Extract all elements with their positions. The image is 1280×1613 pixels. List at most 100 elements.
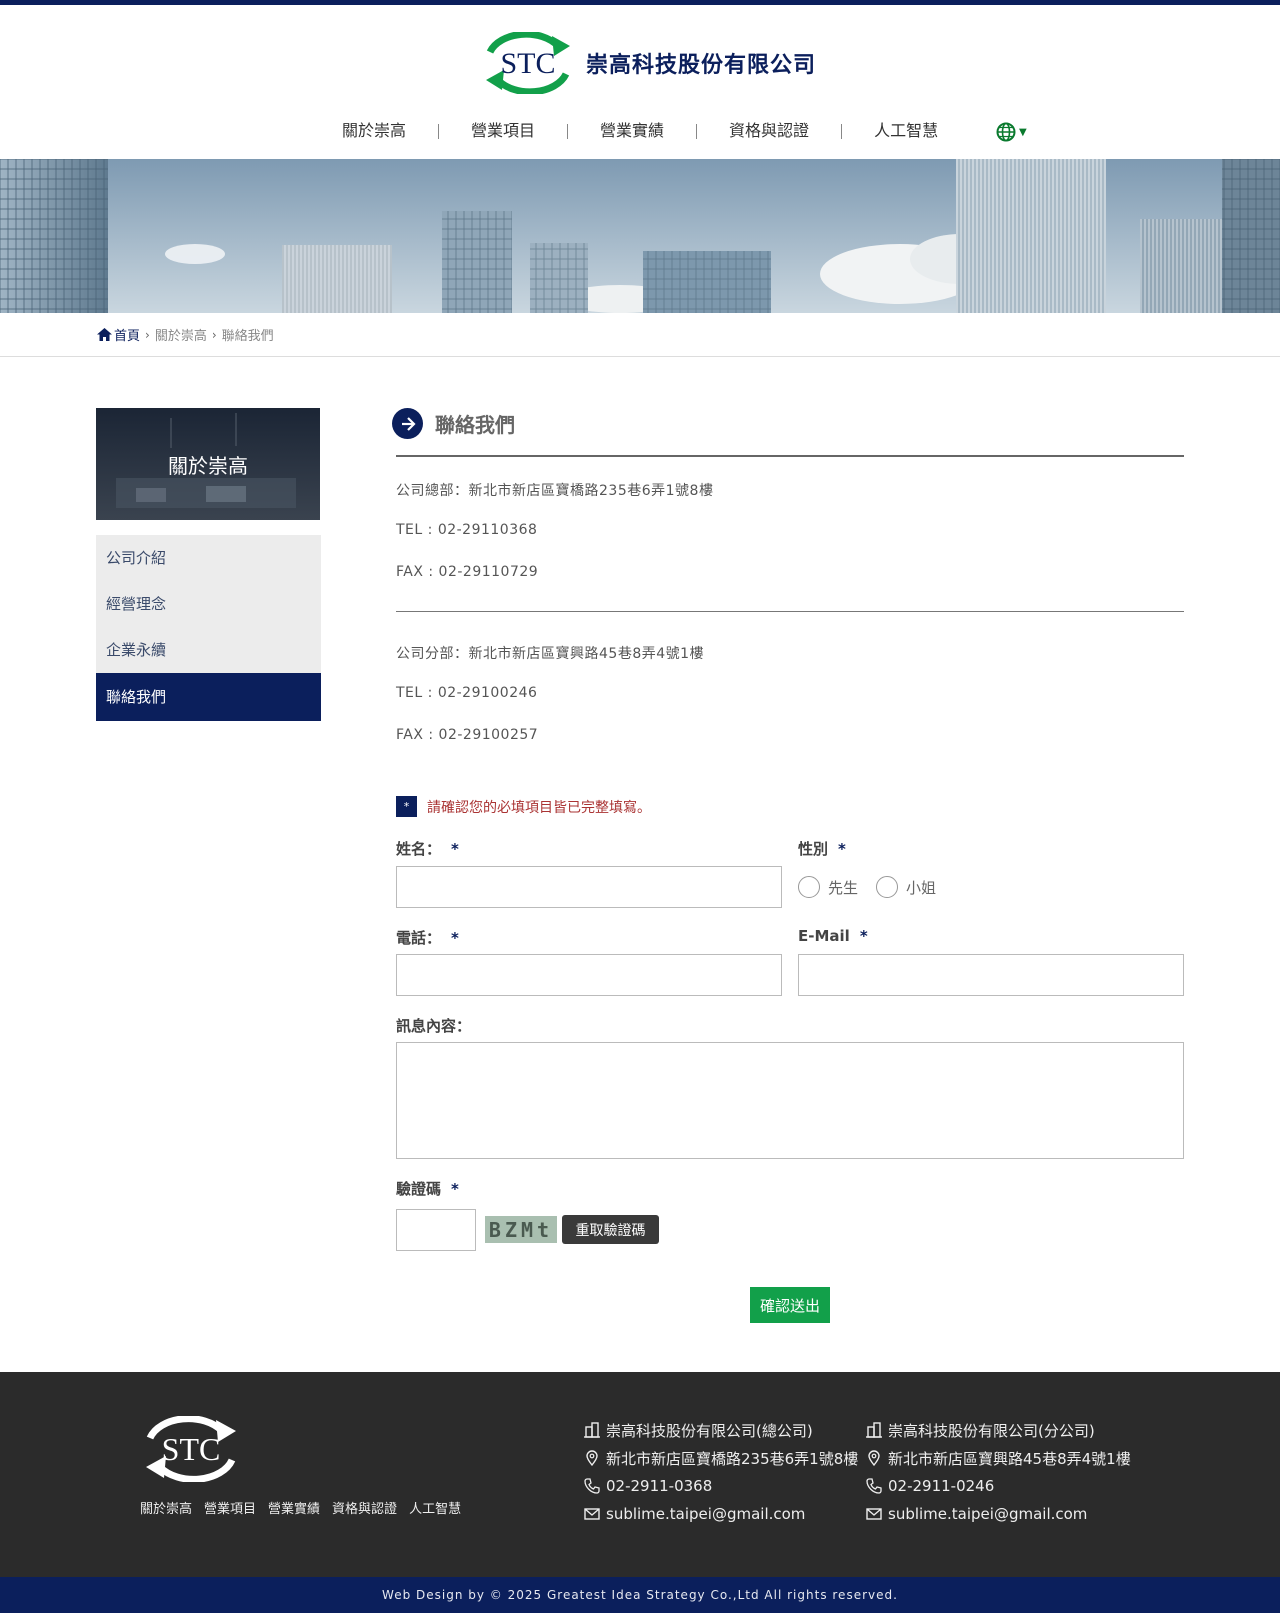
captcha-code: BZMt xyxy=(488,1217,554,1242)
breadcrumb: 首頁 › 關於崇高 › 聯絡我們 xyxy=(97,325,274,344)
footer-branch-phone[interactable]: 02-2911-0246 xyxy=(888,1477,994,1495)
footer-branch: 崇高科技股份有限公司(分公司) 新北市新店區寶興路45巷8弄4號1樓 02-29… xyxy=(866,1416,1131,1528)
message-textarea[interactable] xyxy=(396,1042,1184,1159)
breadcrumb-item-about[interactable]: 關於崇高 xyxy=(155,325,207,344)
nav-about[interactable]: 關於崇高 xyxy=(330,118,438,144)
hero-banner xyxy=(0,159,1280,313)
sidebar-item-philosophy[interactable]: 經營理念 xyxy=(96,581,321,627)
phone-icon xyxy=(866,1478,882,1494)
footer-hq-name-row: 崇高科技股份有限公司(總公司) xyxy=(584,1416,858,1444)
page-title: 聯絡我們 xyxy=(435,413,515,437)
sidebar-item-intro[interactable]: 公司介紹 xyxy=(96,535,321,581)
footer-hq-address: 新北市新店區寶橋路235巷6弄1號8樓 xyxy=(606,1449,859,1468)
footer-hq-email[interactable]: sublime.taipei@gmail.com xyxy=(606,1505,805,1523)
map-pin-icon xyxy=(868,1450,880,1466)
nav-performance[interactable]: 營業實績 xyxy=(568,118,696,144)
title-divider xyxy=(396,455,1184,457)
sidebar-menu: 公司介紹 經營理念 企業永續 聯絡我們 xyxy=(96,535,321,721)
gender-radio-ms[interactable] xyxy=(876,876,899,898)
chevron-right-icon: › xyxy=(211,327,217,342)
captcha-label: 驗證碼 * xyxy=(396,1178,459,1199)
gender-label: 性別 * xyxy=(798,838,846,859)
gender-radio-mr[interactable] xyxy=(798,876,820,898)
nav-business[interactable]: 營業項目 xyxy=(439,118,567,144)
page-title-row: 聯絡我們 xyxy=(392,408,515,439)
footer-link-ai[interactable]: 人工智慧 xyxy=(409,1498,461,1517)
phone-input[interactable] xyxy=(396,954,782,996)
captcha-image: BZMt xyxy=(485,1216,557,1243)
footer-link-certification[interactable]: 資格與認證 xyxy=(332,1498,397,1517)
required-mark: * xyxy=(451,840,459,858)
name-label: 姓名： * xyxy=(396,838,459,859)
footer-hq-name: 崇高科技股份有限公司(總公司) xyxy=(606,1421,813,1440)
breadcrumb-home-label: 首頁 xyxy=(114,329,141,344)
footer-branch-address: 新北市新店區寶興路45巷8弄4號1樓 xyxy=(888,1449,1131,1468)
sidebar-item-contact[interactable]: 聯絡我們 xyxy=(96,673,321,721)
sidebar-hero: 關於崇高 xyxy=(96,408,320,520)
building-icon xyxy=(584,1422,600,1438)
submit-button[interactable]: 確認送出 xyxy=(750,1287,830,1323)
site-footer: STC 關於崇高 營業項目 營業實績 資格與認證 人工智慧 崇高科技股份有限公司… xyxy=(0,1372,1280,1577)
email-label-text: E-Mail xyxy=(798,927,850,945)
building-icon xyxy=(866,1422,882,1438)
footer-logo[interactable]: STC xyxy=(140,1415,242,1486)
breadcrumb-bar: 首頁 › 關於崇高 › 聯絡我們 xyxy=(0,313,1280,357)
phone-icon xyxy=(584,1478,600,1494)
footer-link-performance[interactable]: 營業實績 xyxy=(268,1498,320,1517)
footer-branch-name-row: 崇高科技股份有限公司(分公司) xyxy=(866,1416,1131,1444)
captcha-label-text: 驗證碼 xyxy=(396,1180,442,1198)
footer-branch-email[interactable]: sublime.taipei@gmail.com xyxy=(888,1505,1087,1523)
gender-option-mr[interactable]: 先生 xyxy=(828,877,858,898)
stc-logo-icon: STC xyxy=(146,1415,236,1483)
mail-icon xyxy=(584,1508,600,1520)
message-label: 訊息內容： xyxy=(396,1017,472,1035)
nav-certification[interactable]: 資格與認證 xyxy=(697,118,841,144)
footer-hq-phone[interactable]: 02-2911-0368 xyxy=(606,1477,712,1495)
branch-address: 公司分部：新北市新店區寶興路45巷8弄4號1樓 xyxy=(396,646,705,662)
city-skyline-image xyxy=(0,159,1280,313)
footer-link-about[interactable]: 關於崇高 xyxy=(140,1498,192,1517)
required-mark: * xyxy=(451,1180,459,1198)
hq-tel: TEL : 02-29110368 xyxy=(396,522,538,538)
gender-option-ms[interactable]: 小姐 xyxy=(906,877,936,898)
footer-branch-email-row: sublime.taipei@gmail.com xyxy=(866,1500,1131,1528)
required-mark: * xyxy=(451,929,459,947)
nav-ai[interactable]: 人工智慧 xyxy=(842,118,970,144)
email-label: E-Mail * xyxy=(798,927,868,945)
footer-hq-address-row: 新北市新店區寶橋路235巷6弄1號8樓 xyxy=(584,1444,858,1472)
mail-icon xyxy=(866,1508,882,1520)
required-notice-text: 請確認您的必填項目皆已完整填寫。 xyxy=(427,799,651,816)
footer-logo-text: STC xyxy=(162,1431,221,1467)
company-name: 崇高科技股份有限公司 xyxy=(586,53,817,78)
hq-address: 公司總部：新北市新店區寶橋路235巷6弄1號8樓 xyxy=(396,483,714,499)
name-label-text: 姓名： xyxy=(396,840,442,858)
footer-hq-phone-row: 02-2911-0368 xyxy=(584,1472,858,1500)
hq-fax: FAX : 02-29110729 xyxy=(396,564,539,580)
breadcrumb-home[interactable]: 首頁 xyxy=(97,325,140,344)
home-icon xyxy=(97,328,112,341)
stc-logo-icon: STC xyxy=(486,32,570,94)
chevron-right-icon: › xyxy=(145,327,150,342)
breadcrumb-item-contact: 聯絡我們 xyxy=(221,329,274,344)
email-input[interactable] xyxy=(798,954,1184,996)
main-nav: 關於崇高 營業項目 營業實績 資格與認證 人工智慧 xyxy=(330,118,970,144)
chevron-down-icon: ▼ xyxy=(1019,126,1027,138)
site-logo[interactable]: STC 崇高科技股份有限公司 xyxy=(480,32,816,94)
required-star-badge: * xyxy=(396,796,417,817)
sidebar-item-sustainability[interactable]: 企業永續 xyxy=(96,627,321,673)
phone-label-text: 電話： xyxy=(396,929,442,947)
required-mark: * xyxy=(838,840,846,858)
required-notice: * 請確認您的必填項目皆已完整填寫。 xyxy=(396,796,651,817)
language-selector[interactable]: ▼ xyxy=(996,122,1027,142)
footer-hq-email-row: sublime.taipei@gmail.com xyxy=(584,1500,858,1528)
branch-tel: TEL : 02-29100246 xyxy=(396,685,538,701)
copyright-bar: Web Design by © 2025 Greatest Idea Strat… xyxy=(0,1577,1280,1613)
footer-nav: 關於崇高 營業項目 營業實績 資格與認證 人工智慧 xyxy=(140,1498,461,1517)
captcha-input[interactable] xyxy=(396,1209,476,1251)
section-divider xyxy=(396,611,1184,612)
refresh-captcha-button[interactable]: 重取驗證碼 xyxy=(562,1215,659,1244)
globe-icon xyxy=(996,122,1016,142)
footer-link-business[interactable]: 營業項目 xyxy=(204,1498,256,1517)
name-input[interactable] xyxy=(396,866,782,908)
gender-radio-group: 先生 小姐 xyxy=(798,876,946,898)
